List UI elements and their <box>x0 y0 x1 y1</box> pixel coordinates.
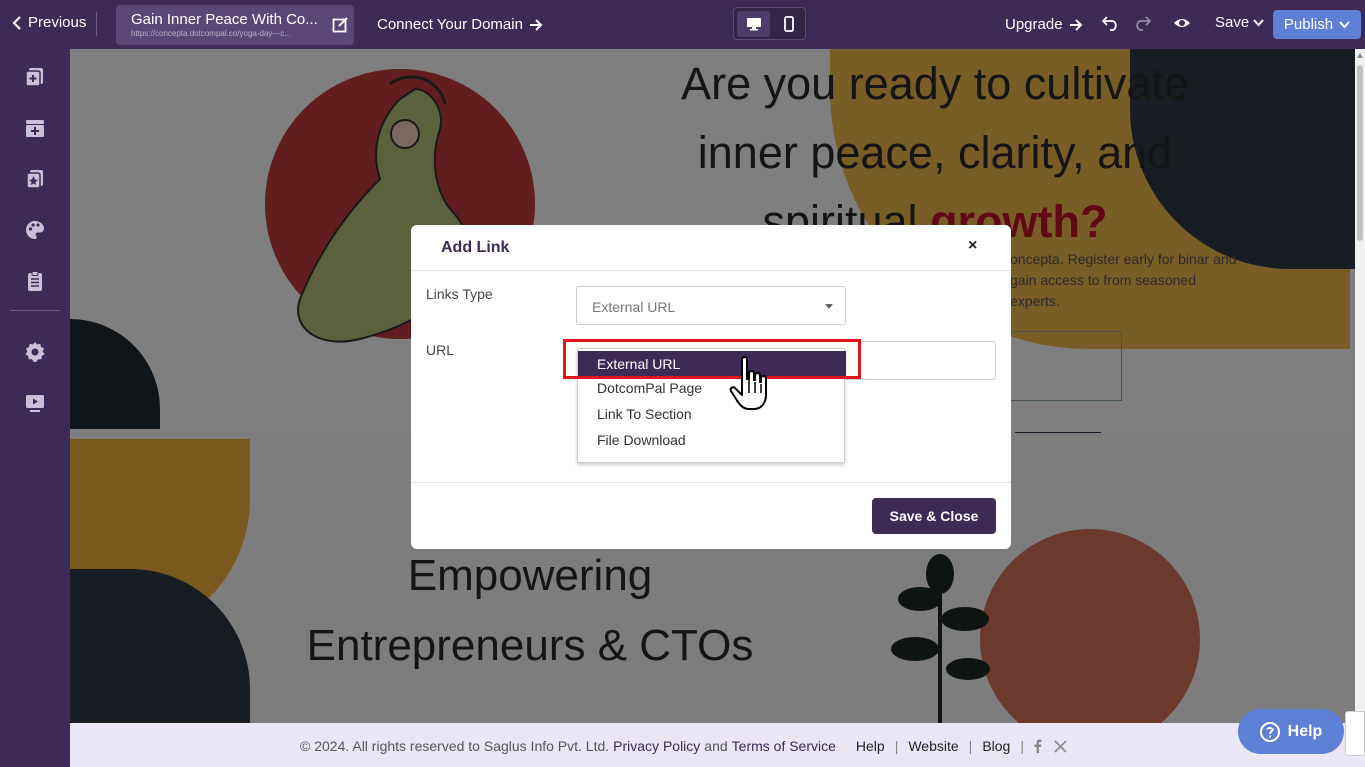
scroll-up-arrow[interactable] <box>1357 53 1363 58</box>
divider: | <box>1020 738 1024 754</box>
publish-label: Publish <box>1283 16 1334 33</box>
chevron-left-icon <box>12 15 21 30</box>
url-label: URL <box>426 342 455 358</box>
palette-icon[interactable] <box>24 219 46 241</box>
chevron-down-icon <box>1253 18 1264 26</box>
modal-title: Add Link <box>441 239 510 256</box>
help-link[interactable]: Help <box>856 738 885 754</box>
chevron-down-icon <box>1339 20 1350 28</box>
save-dropdown[interactable]: Save <box>1215 14 1264 31</box>
website-link[interactable]: Website <box>908 738 958 754</box>
links-type-label: Links Type <box>426 286 493 302</box>
page-title-box[interactable]: Gain Inner Peace With Co... https://conc… <box>116 5 354 45</box>
links-type-select[interactable]: External URL <box>576 286 846 325</box>
url-input[interactable] <box>846 341 996 380</box>
terms-link[interactable]: Terms of Service <box>732 738 836 754</box>
facebook-icon[interactable] <box>1034 739 1042 753</box>
footer: © 2024. All rights reserved to Saglus In… <box>70 723 1365 767</box>
save-close-button[interactable]: Save & Close <box>872 498 996 534</box>
copyright-text: © 2024. All rights reserved to Saglus In… <box>300 738 610 754</box>
close-icon[interactable]: × <box>968 237 977 255</box>
edit-icon[interactable] <box>332 16 349 33</box>
desktop-icon <box>746 18 761 31</box>
sidebar-divider <box>10 310 60 311</box>
side-tab[interactable] <box>1345 711 1365 756</box>
divider: | <box>894 738 899 754</box>
clipboard-icon[interactable] <box>24 270 46 292</box>
arrow-right-icon <box>529 18 543 31</box>
device-toggle <box>733 7 806 40</box>
option-link-to-section[interactable]: Link To Section <box>578 401 846 427</box>
previous-button[interactable]: Previous <box>12 14 86 31</box>
mobile-view-button[interactable] <box>773 11 804 37</box>
option-file-download[interactable]: File Download <box>578 427 846 453</box>
divider <box>96 12 97 36</box>
question-circle-icon <box>1259 721 1280 742</box>
settings-icon[interactable] <box>24 341 46 363</box>
upgrade-button[interactable]: Upgrade <box>1005 16 1083 33</box>
left-sidebar <box>0 49 70 767</box>
x-twitter-icon[interactable] <box>1054 739 1067 753</box>
undo-icon[interactable] <box>1102 15 1120 31</box>
caret-down-icon <box>825 304 833 309</box>
modal-footer-divider <box>411 482 1011 483</box>
modal-header: Add Link × <box>411 225 1011 271</box>
page-url: https://concepta.dotcompal.co/yoga-day--… <box>131 29 292 38</box>
hand-cursor-icon <box>729 356 767 410</box>
help-widget-label: Help <box>1287 722 1323 740</box>
add-page-icon[interactable] <box>24 66 46 88</box>
add-section-icon[interactable] <box>24 117 46 139</box>
previous-label: Previous <box>28 14 87 31</box>
privacy-policy-link[interactable]: Privacy Policy <box>613 738 700 754</box>
preview-eye-icon[interactable] <box>1173 15 1191 31</box>
connect-domain-button[interactable]: Connect Your Domain <box>377 16 543 33</box>
mobile-icon <box>783 16 794 32</box>
publish-button[interactable]: Publish <box>1273 10 1361 39</box>
add-element-icon[interactable] <box>24 168 46 190</box>
save-label: Save <box>1215 14 1250 31</box>
and-text: and <box>704 738 728 754</box>
preview-screen-icon[interactable] <box>24 392 46 414</box>
scrollbar-thumb[interactable] <box>1357 65 1363 241</box>
page-title: Gain Inner Peace With Co... <box>131 11 318 28</box>
desktop-view-button[interactable] <box>737 11 770 37</box>
footer-row: © 2024. All rights reserved to Saglus In… <box>300 738 1067 754</box>
divider: | <box>968 738 973 754</box>
vertical-scrollbar[interactable] <box>1355 49 1365 723</box>
redo-icon[interactable] <box>1133 15 1151 31</box>
arrow-right-icon <box>1069 18 1082 31</box>
blog-link[interactable]: Blog <box>982 738 1010 754</box>
connect-domain-label: Connect Your Domain <box>377 16 523 33</box>
links-type-value: External URL <box>592 299 676 315</box>
top-bar: Previous Gain Inner Peace With Co... htt… <box>0 0 1365 49</box>
highlight-box <box>563 339 861 379</box>
help-widget-button[interactable]: Help <box>1238 709 1344 754</box>
upgrade-label: Upgrade <box>1005 16 1063 33</box>
